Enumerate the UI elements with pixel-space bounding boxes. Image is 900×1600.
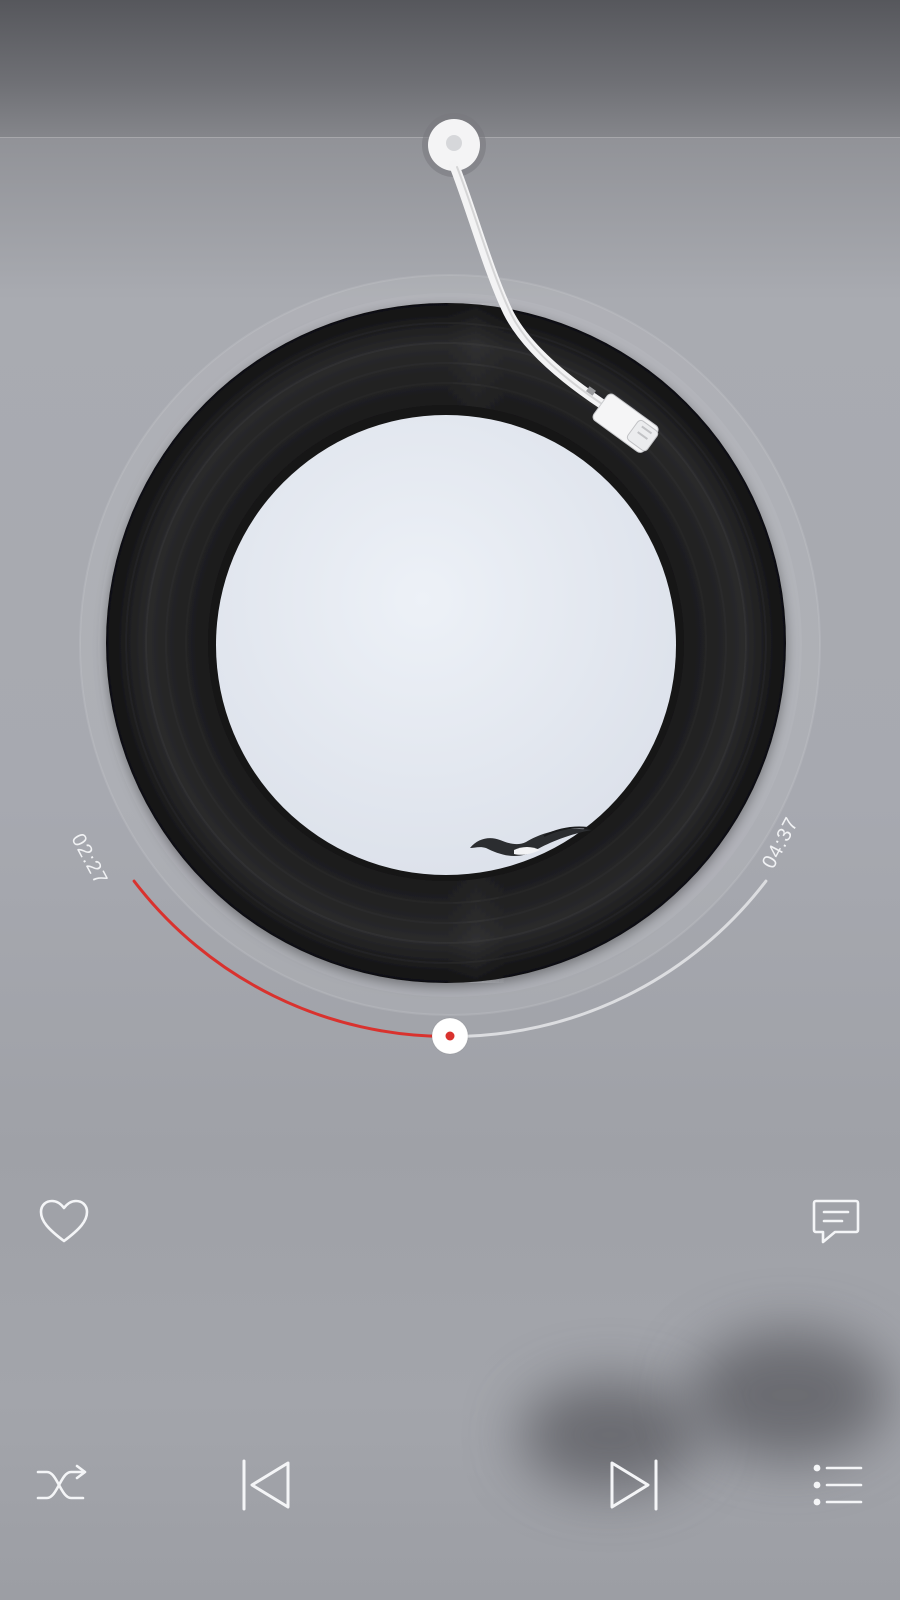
- next-track-icon: [610, 1459, 658, 1511]
- previous-button[interactable]: [236, 1455, 296, 1515]
- playlist-icon: [813, 1464, 863, 1506]
- shuffle-icon: [36, 1464, 87, 1500]
- progress-knob[interactable]: [431, 1017, 469, 1055]
- turntable: [79, 113, 821, 1055]
- like-button[interactable]: [34, 1192, 94, 1252]
- player-screen: 02:27 04:37: [0, 0, 900, 1600]
- comment-icon: [812, 1199, 860, 1244]
- playlist-button[interactable]: [808, 1455, 868, 1515]
- comment-button[interactable]: [806, 1192, 866, 1252]
- next-button[interactable]: [604, 1455, 664, 1515]
- previous-track-icon: [242, 1459, 290, 1511]
- shuffle-button[interactable]: [32, 1455, 92, 1515]
- album-cover: [216, 415, 676, 875]
- heart-icon: [39, 1199, 89, 1243]
